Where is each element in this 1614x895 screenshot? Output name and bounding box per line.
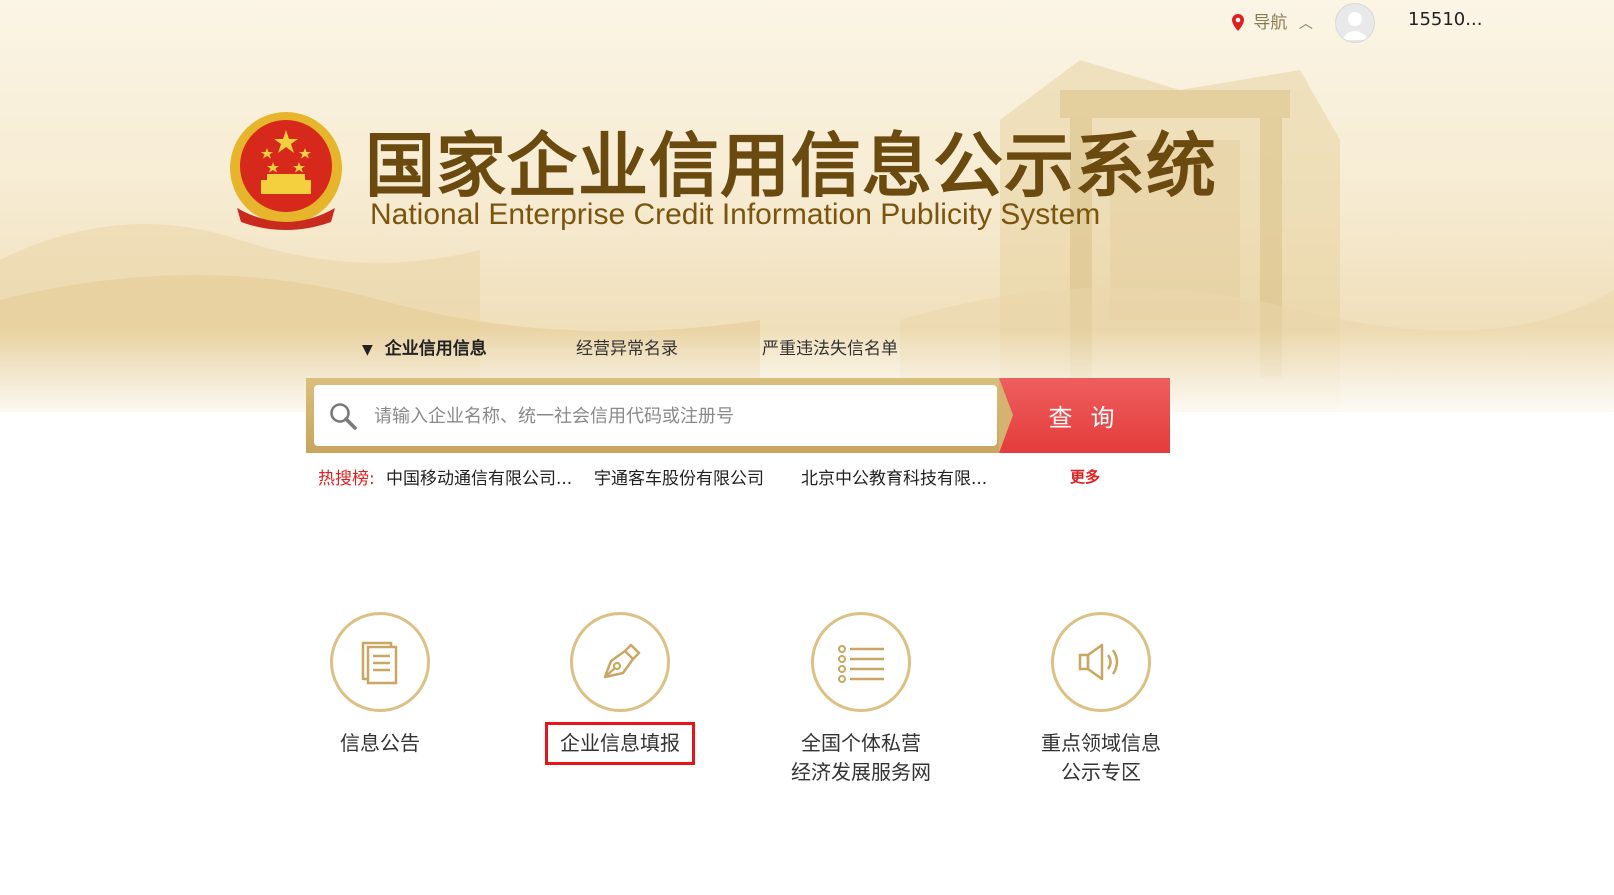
service-label: 信息公告 [340,731,420,755]
tab-dishonest-list[interactable]: 严重违法失信名单 [762,334,898,359]
service-label: 企业信息填报 [545,722,695,765]
service-label-line: 重点领域信息 [1041,731,1161,755]
pen-icon [603,643,641,679]
search-button-notch [999,378,1013,453]
service-label: 全国个体私营 经济发展服务网 [751,729,971,787]
search-input-wrap [314,385,997,446]
service-icon-circle [330,612,430,712]
service-enterprise-report[interactable]: 企业信息填报 [510,612,730,765]
tab-label: 经营异常名录 [576,339,678,359]
search-bar: 查询 [306,378,1170,453]
username[interactable]: 15510... [1408,9,1482,30]
site-subtitle: National Enterprise Credit Information P… [370,198,1101,231]
tab-label: 企业信用信息 [384,339,487,359]
page: 导航 ︿ 15510... 国家企业信用信息公示系统 National Ente… [0,0,1614,895]
hot-search-row: 热搜榜: 中国移动通信有限公司... 宇通客车股份有限公司 北京中公教育科技有限… [0,464,1614,490]
service-shortcuts: 信息公告 企业信息填报 全国个体私营 经济发展服务网 重点领域信息 公示专区 [0,612,1614,812]
service-label-line: 全国个体私营 [801,731,921,755]
triangle-down-icon: ▼ [362,342,373,358]
avatar[interactable] [1335,3,1375,43]
service-icon-circle [570,612,670,712]
service-label: 重点领域信息 公示专区 [991,729,1211,787]
hot-search-item[interactable]: 宇通客车股份有限公司 [594,464,764,489]
service-label-line: 公示专区 [1061,760,1141,784]
nav-menu-toggle[interactable]: 导航 ︿ [1232,8,1313,33]
nav-label: 导航 [1253,13,1288,33]
search-tabs: ▼ 企业信用信息 经营异常名录 严重违法失信名单 [0,334,1614,360]
user-icon [1341,12,1369,40]
top-bar: 导航 ︿ 15510... [0,0,1614,43]
location-pin-icon [1232,14,1244,31]
service-icon-circle [1051,612,1151,712]
document-icon [361,641,398,685]
hot-search-label: 热搜榜: [318,469,375,489]
site-title: 国家企业信用信息公示系统 [365,127,1217,205]
list-icon [838,645,884,683]
service-key-areas[interactable]: 重点领域信息 公示专区 [991,612,1211,787]
service-info-notice[interactable]: 信息公告 [270,612,490,758]
search-input[interactable] [372,399,976,433]
search-icon [330,403,357,430]
service-icon-circle [811,612,911,712]
hot-search-item[interactable]: 北京中公教育科技有限... [801,464,987,489]
service-label-line: 经济发展服务网 [791,760,931,784]
service-private-economy[interactable]: 全国个体私营 经济发展服务网 [751,612,971,787]
hot-search-item[interactable]: 中国移动通信有限公司... [386,464,572,489]
speaker-icon [1078,643,1119,681]
tab-abnormal-list[interactable]: 经营异常名录 [576,334,678,359]
search-button[interactable]: 查询 [999,378,1170,453]
chevron-up-icon: ︿ [1298,16,1313,32]
national-emblem-icon [230,112,342,230]
tab-enterprise-credit[interactable]: ▼ 企业信用信息 [362,334,487,359]
more-link[interactable]: 更多 [1070,466,1100,487]
tab-label: 严重违法失信名单 [762,339,898,359]
